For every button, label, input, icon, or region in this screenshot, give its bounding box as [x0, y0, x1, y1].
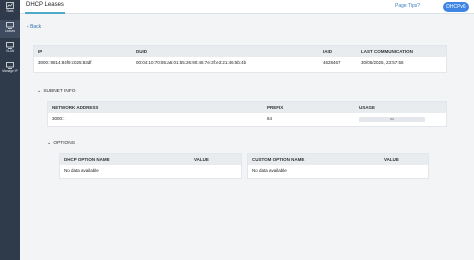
cell-ip: 3000::9814:84f9:c025:83df — [38, 60, 92, 65]
column-header-dhcp-option-name: DHCP OPTION NAME — [64, 157, 110, 162]
manage-ip-icon — [6, 62, 14, 69]
dhcp-options-table: DHCP OPTION NAME VALUE No data available — [59, 153, 242, 179]
column-header-value: VALUE — [194, 157, 209, 162]
lease-table: IP DUID IAID LAST COMMUNICATION 3000::98… — [33, 45, 447, 73]
column-header-iaid: IAID — [323, 49, 332, 54]
sidebar-item-label: VLAN — [5, 49, 15, 53]
column-header-ip: IP — [38, 49, 43, 54]
cell-last-communication: 30/05/2025, 23:57:55 — [361, 60, 404, 65]
sidebar-item-stats[interactable]: Stats — [0, 0, 20, 18]
table-row[interactable]: 3000::9814:84f9:c025:83df 00:04:10:70:85… — [34, 57, 446, 69]
subnet-info-toggle[interactable]: ⌄ SUBNET INFO — [37, 88, 76, 94]
options-title: OPTIONS — [53, 141, 75, 146]
usage-bar: 0% — [359, 117, 425, 122]
page-tips-link[interactable]: Page Tips? — [395, 3, 420, 9]
empty-message: No data available — [252, 168, 287, 173]
table-row[interactable]: 3000:: 64 0% — [48, 113, 446, 125]
stats-icon — [6, 2, 14, 9]
dhcpv6-button[interactable]: DHCPv6 — [443, 2, 469, 12]
cell-network-address: 3000:: — [52, 116, 65, 121]
sidebar-item-label: Stats — [6, 9, 14, 13]
subnet-info-table: NETWORK ADDRESS PREFIX USAGE 3000:: 64 0… — [47, 101, 447, 127]
sidebar-item-label: Leases — [4, 29, 16, 33]
vlan-icon — [6, 42, 14, 49]
column-header-prefix: PREFIX — [267, 105, 284, 110]
options-toggle[interactable]: ⌄ OPTIONS — [47, 140, 75, 146]
back-label: Back — [30, 24, 42, 30]
sidebar-item-vlan[interactable]: VLAN — [0, 40, 20, 58]
cell-duid: 00:04:10:70:85:a6:01:55:26:90:46:7e:3f:e… — [136, 60, 247, 65]
chevron-down-icon: ⌄ — [47, 140, 52, 146]
column-header-usage: USAGE — [359, 105, 376, 110]
column-header-custom-option-name: CUSTOM OPTION NAME — [252, 157, 305, 162]
sidebar: Stats Leases VLAN Manage IP — [0, 0, 20, 260]
leases-icon — [6, 22, 14, 29]
cell-iaid: 4628467 — [323, 60, 341, 65]
table-header: CUSTOM OPTION NAME VALUE — [248, 154, 428, 165]
custom-options-table: CUSTOM OPTION NAME VALUE No data availab… — [247, 153, 429, 179]
sidebar-item-manage-ip[interactable]: Manage IP — [0, 60, 20, 78]
empty-message: No data available — [64, 168, 99, 173]
column-header-duid: DUID — [136, 49, 147, 54]
sidebar-item-label: Manage IP — [2, 69, 18, 73]
page-title: DHCP Leases — [26, 2, 64, 8]
column-header-last-communication: LAST COMMUNICATION — [361, 49, 413, 54]
sidebar-item-leases[interactable]: Leases — [0, 20, 20, 38]
table-header: DHCP OPTION NAME VALUE — [60, 154, 241, 165]
table-header: NETWORK ADDRESS PREFIX USAGE — [48, 102, 446, 113]
column-header-network-address: NETWORK ADDRESS — [52, 105, 99, 110]
subnet-info-title: SUBNET INFO — [43, 89, 76, 94]
top-bar: DHCP Leases Page Tips? DHCPv6 — [20, 0, 474, 14]
table-header: IP DUID IAID LAST COMMUNICATION — [34, 46, 446, 57]
cell-prefix: 64 — [267, 116, 273, 121]
table-row: No data available — [248, 165, 428, 177]
chevron-down-icon: ⌄ — [37, 88, 42, 94]
table-row: No data available — [60, 165, 241, 177]
column-header-value: VALUE — [384, 157, 399, 162]
title-underline — [25, 12, 65, 14]
back-link[interactable]: ‹ Back — [27, 24, 41, 30]
